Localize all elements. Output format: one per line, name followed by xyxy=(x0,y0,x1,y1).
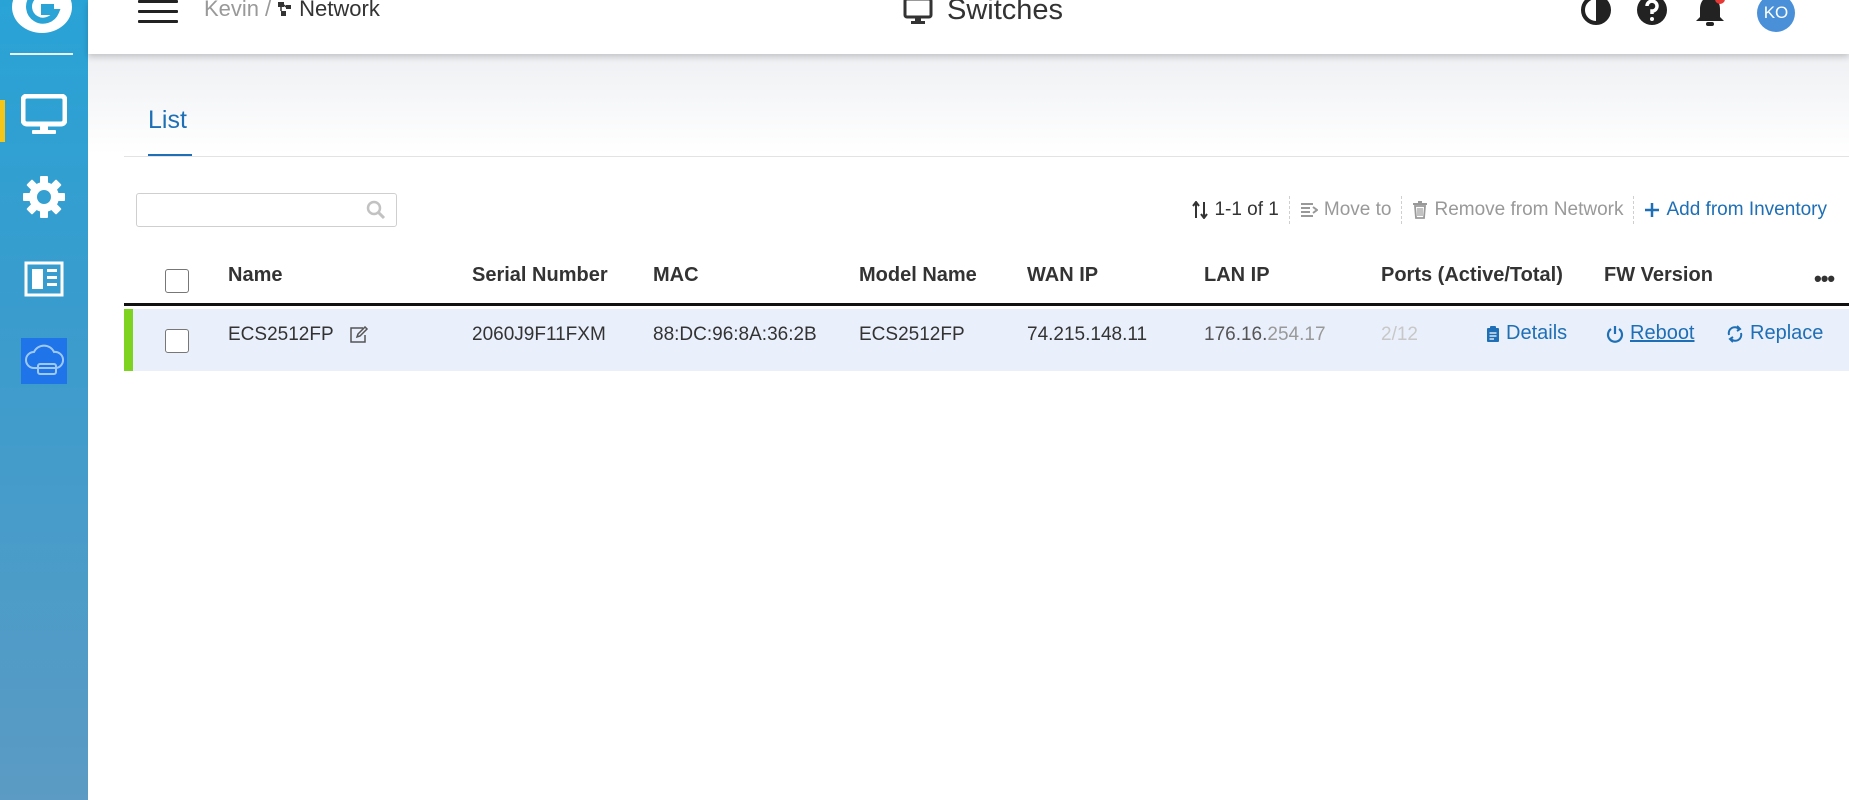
cell-mac: 88:DC:96:8A:36:2B xyxy=(653,324,817,345)
contrast-icon xyxy=(1581,0,1611,25)
replace-label: Replace xyxy=(1750,322,1824,344)
search-input[interactable] xyxy=(143,198,353,222)
details-label: Details xyxy=(1506,322,1568,344)
plus-icon xyxy=(1645,203,1660,217)
breadcrumb-parent[interactable]: Kevin xyxy=(204,0,259,22)
column-header-fw-version[interactable]: FW Version xyxy=(1604,264,1713,287)
help-icon xyxy=(1637,0,1667,25)
column-header-mac[interactable]: MAC xyxy=(653,264,699,287)
logo-divider xyxy=(10,53,73,55)
nav-settings[interactable] xyxy=(0,162,88,232)
content-header-band xyxy=(88,54,1849,154)
cell-lan-ip: 176.16.254.17 xyxy=(1204,324,1326,346)
move-to-button[interactable]: Move to xyxy=(1290,199,1402,221)
column-header-serial[interactable]: Serial Number xyxy=(472,264,608,287)
table-row[interactable]: ECS2512FP 2060J9F11FXM 88:DC:96:8A:36:2B… xyxy=(124,309,1849,371)
breadcrumb-separator: / xyxy=(265,0,272,21)
move-to-label: Move to xyxy=(1323,199,1392,220)
status-indicator xyxy=(124,309,133,371)
monitor-icon xyxy=(903,0,933,24)
device-name[interactable]: ECS2512FP xyxy=(228,324,333,345)
more-options-icon[interactable]: ••• xyxy=(1814,266,1835,292)
nav-reports[interactable] xyxy=(0,244,88,314)
lan-ip-prefix: 176.16. xyxy=(1204,324,1268,345)
bell-icon xyxy=(1696,0,1724,26)
tab-list[interactable]: List xyxy=(148,106,187,135)
network-icon xyxy=(278,2,292,16)
header-actions: KO xyxy=(1569,0,1849,33)
top-header: Kevin / Network Switches KO xyxy=(88,0,1849,54)
monitor-icon xyxy=(21,94,67,134)
list-toolbar: 1-1 of 1 Move to Remove from Network Add… xyxy=(1182,196,1837,224)
sidebar xyxy=(0,0,88,800)
reboot-label: Reboot xyxy=(1630,322,1695,344)
details-button[interactable]: Details xyxy=(1486,322,1567,345)
cell-serial: 2060J9F11FXM xyxy=(472,324,606,345)
move-icon xyxy=(1300,203,1318,217)
cell-model: ECS2512FP xyxy=(859,324,965,345)
result-count: 1-1 of 1 xyxy=(1214,199,1279,220)
sort-control[interactable]: 1-1 of 1 xyxy=(1182,199,1288,221)
column-header-model[interactable]: Model Name xyxy=(859,264,977,287)
edit-icon[interactable] xyxy=(349,325,369,344)
clipboard-icon xyxy=(1487,325,1499,342)
cell-ports: 2/12 xyxy=(1381,324,1418,345)
row-checkbox[interactable] xyxy=(165,329,189,353)
replace-button[interactable]: Replace xyxy=(1726,322,1823,345)
cloud-sync-icon xyxy=(25,344,64,375)
tab-divider xyxy=(124,156,1849,157)
search-icon[interactable] xyxy=(366,200,386,220)
brand-logo[interactable] xyxy=(10,0,74,34)
remove-from-network-button[interactable]: Remove from Network xyxy=(1402,199,1633,221)
add-from-inventory-button[interactable]: Add from Inventory xyxy=(1634,199,1837,221)
cloud-tile xyxy=(21,338,67,384)
sort-icon xyxy=(1192,201,1209,219)
breadcrumb: Kevin / Network xyxy=(204,0,380,22)
newspaper-icon xyxy=(24,261,64,297)
notifications-button[interactable] xyxy=(1693,0,1727,33)
column-header-lan-ip[interactable]: LAN IP xyxy=(1204,264,1270,287)
breadcrumb-current: Network xyxy=(299,0,380,21)
theme-toggle-button[interactable] xyxy=(1580,0,1612,31)
avatar[interactable]: KO xyxy=(1757,0,1795,32)
nav-cloud[interactable] xyxy=(0,326,88,396)
search-box xyxy=(136,193,397,227)
power-icon xyxy=(1606,325,1624,343)
menu-toggle-button[interactable] xyxy=(138,0,178,26)
table-header: Name Serial Number MAC Model Name WAN IP… xyxy=(124,252,1849,306)
remove-from-network-label: Remove from Network xyxy=(1434,199,1624,220)
column-header-wan-ip[interactable]: WAN IP xyxy=(1027,264,1098,287)
lan-ip-suffix: 254.17 xyxy=(1267,324,1326,345)
replace-icon xyxy=(1727,324,1743,343)
reboot-button[interactable]: Reboot xyxy=(1606,322,1695,345)
cell-name: ECS2512FP xyxy=(228,324,369,346)
cell-wan-ip: 74.215.148.11 xyxy=(1027,324,1148,345)
page-title: Switches xyxy=(903,0,1063,27)
gear-icon xyxy=(23,176,65,218)
trash-icon xyxy=(1413,201,1428,219)
select-all-checkbox[interactable] xyxy=(165,269,189,293)
add-from-inventory-label: Add from Inventory xyxy=(1666,199,1827,220)
column-header-ports[interactable]: Ports (Active/Total) xyxy=(1381,264,1563,287)
column-header-name[interactable]: Name xyxy=(228,264,282,287)
help-button[interactable] xyxy=(1636,0,1668,31)
nav-devices[interactable] xyxy=(0,80,88,150)
page-title-text: Switches xyxy=(947,0,1064,26)
